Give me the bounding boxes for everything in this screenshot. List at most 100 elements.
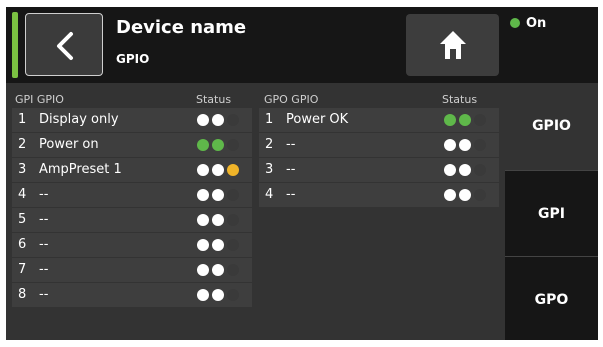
row-number: 4 <box>18 187 27 202</box>
row-name: -- <box>39 187 49 202</box>
row-name: Power on <box>39 137 99 152</box>
row-number: 1 <box>18 112 27 127</box>
status-led-icon <box>227 114 239 126</box>
gpi-row[interactable]: 8 -- <box>12 283 252 307</box>
gpo-row[interactable]: 1 Power OK <box>259 108 499 132</box>
status-led-icon <box>197 264 209 276</box>
page-subtitle: GPIO <box>116 52 150 66</box>
row-number: 4 <box>265 187 274 202</box>
status-led-icon <box>474 189 486 201</box>
status-led-icon <box>459 164 471 176</box>
back-button[interactable] <box>25 13 103 76</box>
status-led-icon <box>227 164 239 176</box>
status-led-icon <box>212 164 224 176</box>
gpo-column-header: GPO GPIO <box>264 93 319 106</box>
row-name: -- <box>286 187 296 202</box>
row-number: 8 <box>18 287 27 302</box>
status-led-icon <box>474 164 486 176</box>
gpo-row[interactable]: 2 -- <box>259 133 499 157</box>
device-screen: Device name GPIO On GPI GPIO Status GPO … <box>6 7 598 340</box>
status-led-icon <box>212 189 224 201</box>
status-leds <box>197 189 242 201</box>
device-name: Device name <box>116 17 247 38</box>
tab-bar: GPIO GPI GPO <box>505 83 598 340</box>
status-led-icon <box>227 189 239 201</box>
gpi-row[interactable]: 5 -- <box>12 208 252 232</box>
status-led-icon <box>197 289 209 301</box>
row-number: 3 <box>18 162 27 177</box>
power-status-label: On <box>526 16 547 31</box>
status-bar <box>12 12 18 78</box>
status-led-icon <box>444 164 456 176</box>
status-led-icon <box>212 289 224 301</box>
home-button[interactable] <box>406 14 499 76</box>
status-led-icon <box>459 114 471 126</box>
status-led-icon <box>197 114 209 126</box>
status-leds <box>197 114 242 126</box>
row-name: Power OK <box>286 112 349 127</box>
status-leds <box>444 139 489 151</box>
status-led-icon <box>444 114 456 126</box>
row-name: -- <box>286 137 296 152</box>
gpo-status-header: Status <box>442 93 478 106</box>
row-number: 5 <box>18 212 27 227</box>
row-number: 2 <box>265 137 274 152</box>
status-leds <box>444 164 489 176</box>
row-name: -- <box>286 162 296 177</box>
gpi-row[interactable]: 3 AmpPreset 1 <box>12 158 252 182</box>
status-led-icon <box>227 239 239 251</box>
status-leds <box>197 239 242 251</box>
gpi-row[interactable]: 4 -- <box>12 183 252 207</box>
status-led-icon <box>197 214 209 226</box>
row-name: AmpPreset 1 <box>39 162 122 177</box>
status-led-icon <box>212 114 224 126</box>
tab-gpi[interactable]: GPI <box>505 170 598 257</box>
status-led-icon <box>212 239 224 251</box>
status-leds <box>197 289 242 301</box>
row-number: 1 <box>265 112 274 127</box>
status-led-icon <box>197 139 209 151</box>
tab-gpo[interactable]: GPO <box>505 256 598 340</box>
row-number: 2 <box>18 137 27 152</box>
status-led-icon <box>459 189 471 201</box>
row-name: -- <box>39 212 49 227</box>
row-name: -- <box>39 287 49 302</box>
gpi-row[interactable]: 7 -- <box>12 258 252 282</box>
chevron-left-icon <box>57 32 73 60</box>
status-leds <box>444 114 489 126</box>
row-number: 3 <box>265 162 274 177</box>
status-led-icon <box>197 164 209 176</box>
gpi-column-header: GPI GPIO <box>15 93 64 106</box>
status-led-icon <box>444 189 456 201</box>
status-led-icon <box>227 139 239 151</box>
power-status: On <box>510 16 546 31</box>
status-led-icon <box>197 239 209 251</box>
tab-gpio[interactable]: GPIO <box>505 83 598 169</box>
gpi-row[interactable]: 6 -- <box>12 233 252 257</box>
status-led-icon <box>212 214 224 226</box>
status-leds <box>197 214 242 226</box>
row-name: -- <box>39 237 49 252</box>
gpo-row[interactable]: 4 -- <box>259 183 499 207</box>
row-number: 7 <box>18 262 27 277</box>
status-leds <box>197 139 242 151</box>
gpo-table: 1 Power OK 2 -- 3 -- 4 -- <box>259 108 499 208</box>
status-led-icon <box>197 189 209 201</box>
status-led-icon <box>212 264 224 276</box>
row-name: -- <box>39 262 49 277</box>
status-led-icon <box>444 139 456 151</box>
gpo-row[interactable]: 3 -- <box>259 158 499 182</box>
gpi-status-header: Status <box>196 93 232 106</box>
status-led-icon <box>459 139 471 151</box>
row-name: Display only <box>39 112 119 127</box>
home-icon <box>440 31 466 59</box>
gpi-row[interactable]: 2 Power on <box>12 133 252 157</box>
status-leds <box>197 264 242 276</box>
row-number: 6 <box>18 237 27 252</box>
status-led-icon <box>474 114 486 126</box>
status-led-icon <box>227 289 239 301</box>
status-dot-icon <box>510 18 520 28</box>
header-bar: Device name GPIO On <box>6 7 598 83</box>
gpi-row[interactable]: 1 Display only <box>12 108 252 132</box>
status-led-icon <box>227 214 239 226</box>
